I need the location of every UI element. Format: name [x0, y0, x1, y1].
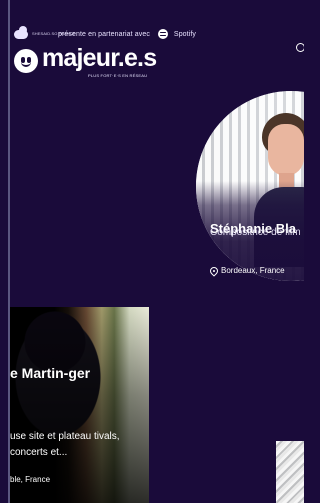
- profile-face: [268, 124, 304, 176]
- next-profile-card-preview[interactable]: [276, 441, 304, 503]
- artist-photo-overlay: [10, 307, 149, 503]
- brand-tagline: PLUS FORT·E·S EN RÉSEAU: [88, 73, 148, 78]
- artist-name: e Martin-ger: [10, 365, 91, 381]
- location-pin-icon: [208, 264, 220, 277]
- search-icon[interactable]: [296, 43, 304, 52]
- artist-profile-card[interactable]: e Martin-ger use site et plateau tivals,…: [10, 307, 149, 503]
- artist-location: ble, France: [10, 475, 51, 484]
- brand-mark-smile: [21, 61, 31, 67]
- brand-name: majeur.e.s: [42, 44, 157, 72]
- spotify-icon: [157, 29, 168, 39]
- featured-profile-card[interactable]: Stéphanie Bla Compositrice de film Borde…: [196, 91, 304, 288]
- artist-description: use site et plateau tivals, concerts et.…: [10, 431, 120, 458]
- brand-logo[interactable]: majeur.e.s PLUS FORT·E·S EN RÉSEAU: [14, 45, 174, 85]
- brand-mark-icon: [14, 49, 38, 73]
- partner-bar: SHESAID.SO FRANCE présente en partenaria…: [14, 25, 197, 41]
- featured-location-text: Bordeaux, France: [221, 266, 285, 275]
- featured-location: Bordeaux, France: [208, 264, 285, 277]
- featured-role: Compositrice de film: [210, 225, 304, 240]
- featured-profile-photo: [196, 91, 304, 281]
- shesaid-logo: SHESAID.SO FRANCE: [14, 25, 76, 39]
- shesaid-logo-text: SHESAID.SO FRANCE: [32, 31, 76, 36]
- app-page: SHESAID.SO FRANCE présente en partenaria…: [0, 0, 304, 503]
- featured-role-text: Compositrice de film: [210, 227, 301, 238]
- spotify-label: Spotify: [173, 30, 197, 38]
- shesaid-cloud-icon: [14, 25, 28, 39]
